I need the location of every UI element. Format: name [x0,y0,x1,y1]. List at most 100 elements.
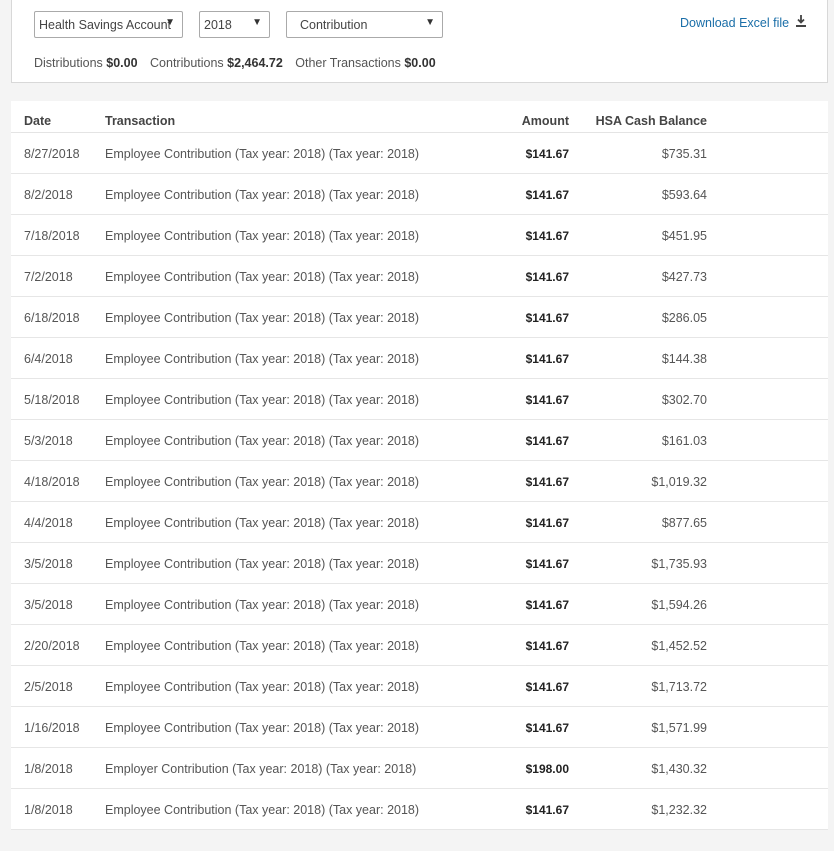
row-amount: $141.67 [525,147,569,161]
row-balance: $735.31 [661,147,707,161]
table-row: 1/8/2018 Employer Contribution (Tax year:… [11,748,828,789]
column-header-transaction[interactable]: Transaction [105,114,175,128]
row-date: 1/16/2018 [24,721,80,735]
row-balance: $1,452.52 [651,639,707,653]
row-amount: $141.67 [525,803,569,817]
row-amount: $141.67 [525,352,569,366]
row-date: 3/5/2018 [24,557,73,571]
row-date: 5/18/2018 [24,393,80,407]
row-date: 2/5/2018 [24,680,73,694]
table-row: 2/20/2018 Employee Contribution (Tax year… [11,625,828,666]
row-transaction: Employee Contribution (Tax year: 2018) (… [105,680,420,694]
row-transaction: Employee Contribution (Tax year: 2018) (… [105,147,420,161]
distributions-summary: Distributions $0.00 [34,56,141,70]
row-amount: $141.67 [525,721,569,735]
row-date: 4/18/2018 [24,475,80,489]
row-date: 7/2/2018 [24,270,73,284]
table-header: Date Transaction Amount HSA Cash Balance [11,101,828,133]
row-amount: $141.67 [525,434,569,448]
row-balance: $1,571.99 [651,721,707,735]
table-row: 6/4/2018 Employee Contribution (Tax year:… [11,338,828,379]
download-icon[interactable] [795,14,807,28]
row-amount: $141.67 [525,188,569,202]
row-date: 8/27/2018 [24,147,80,161]
row-amount: $141.67 [525,598,569,612]
row-transaction: Employee Contribution (Tax year: 2018) (… [105,721,420,735]
row-balance: $144.38 [661,352,707,366]
row-transaction: Employee Contribution (Tax year: 2018) (… [105,311,420,325]
table-row: 4/18/2018 Employee Contribution (Tax year… [11,461,828,502]
table-row: 8/27/2018 Employee Contribution (Tax year… [11,133,828,174]
row-transaction: Employee Contribution (Tax year: 2018) (… [105,803,420,817]
table-row: 7/18/2018 Employee Contribution (Tax year… [11,215,828,256]
contributions-label: Contributions [150,56,224,70]
download-excel-link[interactable]: Download Excel file [680,16,789,30]
row-balance: $877.65 [661,516,707,530]
row-transaction: Employee Contribution (Tax year: 2018) (… [105,475,420,489]
row-transaction: Employee Contribution (Tax year: 2018) (… [105,639,420,653]
row-amount: $141.67 [525,639,569,653]
row-amount: $141.67 [525,270,569,284]
row-date: 8/2/2018 [24,188,73,202]
row-transaction: Employee Contribution (Tax year: 2018) (… [105,434,420,448]
row-balance: $427.73 [661,270,707,284]
transaction-type-select-value: Contribution [300,17,368,32]
table-row: 3/5/2018 Employee Contribution (Tax year:… [11,584,828,625]
row-balance: $1,713.72 [651,680,707,694]
row-transaction: Employee Contribution (Tax year: 2018) (… [105,229,420,243]
distributions-label: Distributions [34,56,103,70]
row-transaction: Employee Contribution (Tax year: 2018) (… [105,557,420,571]
row-amount: $198.00 [525,762,569,776]
row-balance: $161.03 [661,434,707,448]
row-date: 1/8/2018 [24,803,73,817]
column-header-balance[interactable]: HSA Cash Balance [571,114,707,128]
row-balance: $593.64 [661,188,707,202]
row-balance: $1,430.32 [651,762,707,776]
dropdown-arrow-icon: ▼ [165,17,175,28]
row-transaction: Employee Contribution (Tax year: 2018) (… [105,352,420,366]
row-balance: $302.70 [661,393,707,407]
contributions-summary: Contributions $2,464.72 [150,56,286,70]
column-header-amount[interactable]: Amount [491,114,569,128]
row-date: 5/3/2018 [24,434,73,448]
row-transaction: Employee Contribution (Tax year: 2018) (… [105,516,420,530]
year-select[interactable]: 2018 ▼ [199,11,270,38]
table-row: 3/5/2018 Employee Contribution (Tax year:… [11,543,828,584]
filter-panel: Health Savings Account ▼ 2018 ▼ Contribu… [11,0,828,83]
row-transaction: Employee Contribution (Tax year: 2018) (… [105,598,420,612]
year-select-value: 2018 [204,17,232,32]
row-transaction: Employer Contribution (Tax year: 2018) (… [105,762,417,776]
row-balance: $1,735.93 [651,557,707,571]
row-amount: $141.67 [525,229,569,243]
row-date: 6/18/2018 [24,311,80,325]
row-date: 6/4/2018 [24,352,73,366]
row-balance: $286.05 [661,311,707,325]
table-row: 5/3/2018 Employee Contribution (Tax year:… [11,420,828,461]
summary-bar: Distributions $0.00 Contributions $2,464… [34,56,445,70]
other-transactions-label: Other Transactions [295,56,401,70]
table-row: 5/18/2018 Employee Contribution (Tax year… [11,379,828,420]
table-row: 8/2/2018 Employee Contribution (Tax year:… [11,174,828,215]
row-transaction: Employee Contribution (Tax year: 2018) (… [105,270,420,284]
table-row: 4/4/2018 Employee Contribution (Tax year:… [11,502,828,543]
row-amount: $141.67 [525,475,569,489]
row-date: 1/8/2018 [24,762,73,776]
table-row: 1/16/2018 Employee Contribution (Tax year… [11,707,828,748]
column-header-date[interactable]: Date [24,114,51,128]
row-amount: $141.67 [525,557,569,571]
dropdown-arrow-icon: ▼ [425,17,435,28]
row-date: 7/18/2018 [24,229,80,243]
account-select[interactable]: Health Savings Account ▼ [34,11,183,38]
table-body: 8/27/2018 Employee Contribution (Tax year… [11,133,828,830]
table-row: 2/5/2018 Employee Contribution (Tax year:… [11,666,828,707]
row-date: 3/5/2018 [24,598,73,612]
row-balance: $1,232.32 [651,803,707,817]
row-transaction: Employee Contribution (Tax year: 2018) (… [105,393,420,407]
transaction-type-select[interactable]: Contribution ▼ [286,11,443,38]
table-row: 1/8/2018 Employee Contribution (Tax year:… [11,789,828,830]
row-balance: $1,594.26 [651,598,707,612]
row-balance: $451.95 [661,229,707,243]
transactions-table: Date Transaction Amount HSA Cash Balance… [11,101,828,830]
other-transactions-value: $0.00 [404,56,436,70]
other-transactions-summary: Other Transactions $0.00 [295,56,435,70]
